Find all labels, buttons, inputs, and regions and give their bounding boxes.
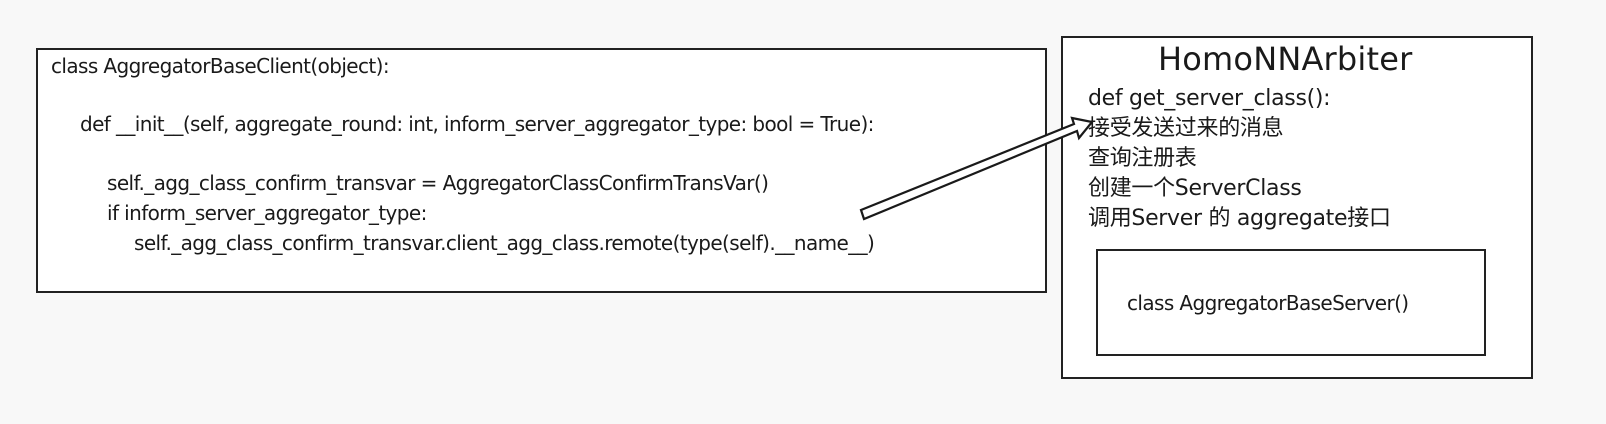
arbiter-step-create: 创建一个ServerClass [1088, 176, 1302, 201]
server-class-label: class AggregatorBaseServer() [1127, 291, 1409, 315]
arbiter-title: HomoNNArbiter [1158, 40, 1413, 78]
client-transvar-assignment: self._agg_class_confirm_transvar = Aggre… [107, 171, 769, 195]
arbiter-step-call-aggregate: 调用Server 的 aggregate接口 [1088, 206, 1391, 231]
client-if-statement: if inform_server_aggregator_type: [107, 201, 427, 225]
arbiter-step-receive: 接受发送过来的消息 [1088, 116, 1284, 141]
arbiter-step-query-registry: 查询注册表 [1088, 146, 1197, 171]
client-class-declaration: class AggregatorBaseClient(object): [51, 54, 390, 78]
client-init-signature: def __init__(self, aggregate_round: int,… [80, 112, 874, 136]
client-remote-call: self._agg_class_confirm_transvar.client_… [134, 231, 875, 255]
arbiter-method-signature: def get_server_class(): [1088, 86, 1331, 111]
